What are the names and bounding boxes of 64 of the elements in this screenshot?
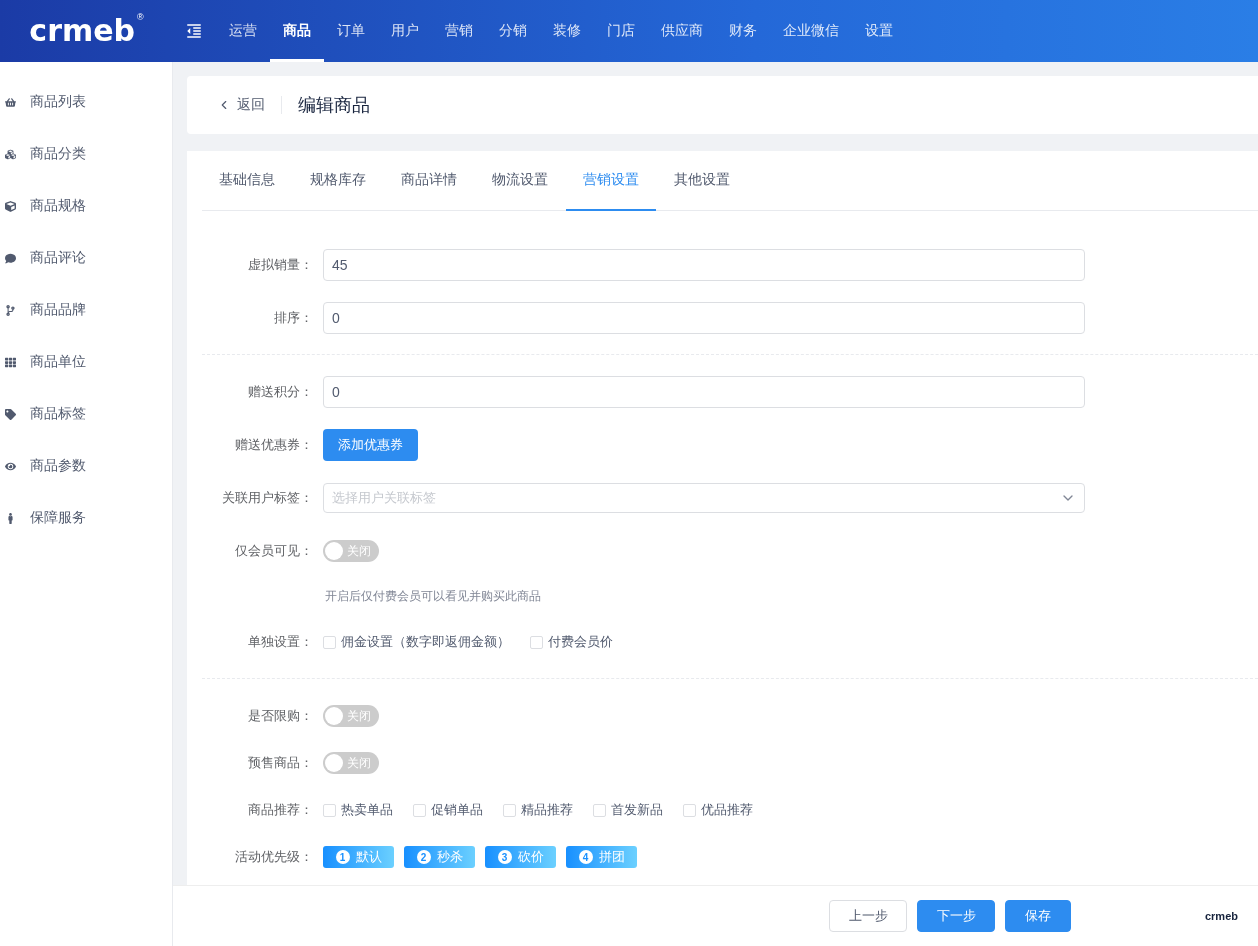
field-label: 商品推荐：: [247, 801, 314, 819]
nav-tab[interactable]: 用户: [378, 0, 432, 62]
sidebar-item[interactable]: 商品标签: [0, 388, 172, 440]
input-field[interactable]: 0: [323, 376, 1085, 408]
grid-icon: [5, 356, 16, 368]
nav-tab[interactable]: 营销: [432, 0, 486, 62]
sidebar-item[interactable]: 保障服务: [0, 492, 172, 544]
checkbox[interactable]: 付费会员价: [530, 633, 613, 651]
cubes-icon: [5, 148, 16, 160]
nav-tab[interactable]: 订单: [324, 0, 378, 62]
nav-tab[interactable]: 设置: [852, 0, 906, 62]
input-field[interactable]: 0: [323, 302, 1085, 334]
field-label: 关联用户标签：: [221, 489, 314, 507]
person-icon: [5, 512, 16, 524]
field-label: 虚拟销量：: [247, 256, 314, 274]
input-field[interactable]: 45: [323, 249, 1085, 281]
secondary-button[interactable]: 上一步: [829, 900, 907, 932]
nav-tab[interactable]: 财务: [716, 0, 770, 62]
nav-tab[interactable]: 商品: [270, 0, 324, 62]
field-label: 排序：: [273, 309, 314, 327]
field-label: 是否限购：: [247, 707, 314, 725]
tab[interactable]: 其他设置: [657, 151, 747, 211]
checkbox[interactable]: 优品推荐: [683, 801, 753, 819]
nav-tab[interactable]: 运营: [216, 0, 270, 62]
nav-tab[interactable]: 供应商: [648, 0, 716, 62]
tab[interactable]: 商品详情: [384, 151, 474, 211]
sidebar-item[interactable]: 商品评论: [0, 232, 172, 284]
cube-icon: [5, 200, 16, 212]
tab[interactable]: 物流设置: [475, 151, 565, 211]
field-label: 赠送积分：: [247, 383, 314, 401]
basket-icon: [5, 96, 16, 108]
checkbox[interactable]: 促销单品: [413, 801, 483, 819]
comment-icon: [5, 252, 16, 264]
menu-icon[interactable]: [185, 22, 203, 40]
back-link[interactable]: 返回: [217, 96, 282, 114]
logo: crmeb®: [28, 11, 145, 50]
sidebar-item[interactable]: 商品规格: [0, 180, 172, 232]
nav-tab[interactable]: 企业微信: [770, 0, 852, 62]
tab[interactable]: 基础信息: [202, 151, 292, 211]
eye-icon: [5, 460, 16, 472]
sidebar-item[interactable]: 商品品牌: [0, 284, 172, 336]
checkbox[interactable]: 精品推荐: [503, 801, 573, 819]
tab[interactable]: 营销设置: [566, 151, 656, 211]
nav-tab[interactable]: 门店: [594, 0, 648, 62]
sidebar-item[interactable]: 商品单位: [0, 336, 172, 388]
nav-tab[interactable]: 装修: [540, 0, 594, 62]
field-label: 活动优先级：: [234, 848, 314, 866]
field-label: 单独设置：: [247, 633, 314, 651]
tab[interactable]: 规格库存: [293, 151, 383, 211]
sidebar-item[interactable]: 商品参数: [0, 440, 172, 492]
tag-icon: [5, 408, 16, 420]
checkbox[interactable]: 首发新品: [593, 801, 663, 819]
sidebar-item[interactable]: 商品分类: [0, 128, 172, 180]
field-label: 赠送优惠券：: [234, 436, 314, 454]
field-label: 仅会员可见：: [234, 542, 314, 560]
nav-tab[interactable]: 分销: [486, 0, 540, 62]
checkbox[interactable]: 热卖单品: [323, 801, 393, 819]
hint-text: 开启后仅付费会员可以看见并购买此商品: [325, 588, 541, 605]
field-label: 预售商品：: [247, 754, 314, 772]
page-title: 编辑商品: [298, 94, 370, 117]
sidebar-item[interactable]: 商品列表: [0, 76, 172, 128]
branch-icon: [5, 304, 16, 316]
footer-logo: crmeb: [1204, 910, 1238, 922]
checkbox[interactable]: 佣金设置（数字即返佣金额）: [323, 633, 510, 651]
